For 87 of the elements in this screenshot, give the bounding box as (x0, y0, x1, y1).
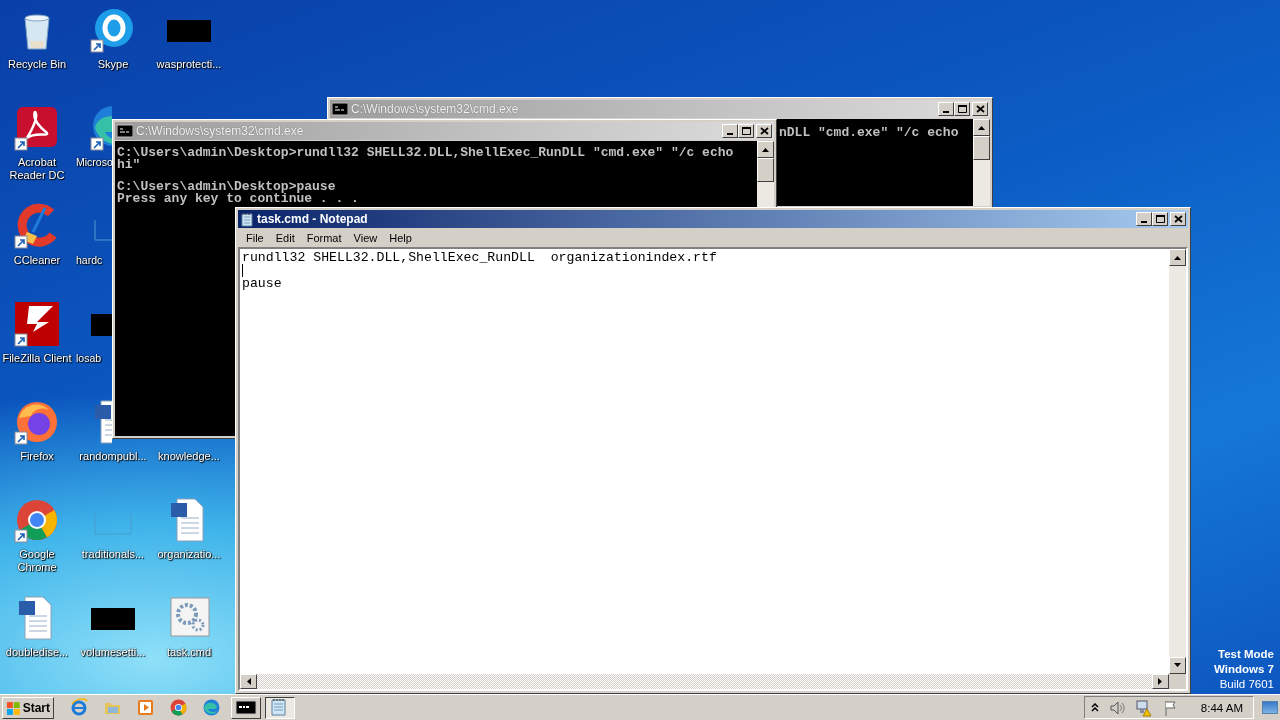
down-arrow-icon (1173, 662, 1182, 669)
start-button[interactable]: Start (2, 696, 54, 719)
transfer-icon[interactable] (13, 300, 61, 348)
menu-item[interactable]: View (347, 229, 384, 246)
minimize-icon (1141, 221, 1147, 223)
system-notice-text: Build 7601 (1219, 677, 1274, 692)
icon-label[interactable]: CCleaner (13, 254, 61, 267)
console-line: Press any key to continue . . . (117, 193, 360, 205)
close-icon (1173, 215, 1183, 223)
scrollbar[interactable] (973, 119, 990, 206)
maximize-icon (957, 105, 967, 113)
maximize-icon (741, 127, 751, 135)
quick-launch-button[interactable] (202, 698, 221, 717)
network-warning-icon (1134, 698, 1153, 717)
windows-logo-icon (6, 699, 21, 716)
close-button[interactable] (756, 124, 772, 138)
up-arrow-icon (1173, 254, 1182, 261)
text-line: rundll32 SHELL32.DLL,ShellExec_RunDLL organizationindex.rtf (242, 250, 717, 265)
notepad-icon (240, 211, 254, 227)
scroll-up-button[interactable] (1169, 249, 1186, 266)
clock[interactable]: 8:44 AM (1200, 701, 1243, 714)
left-arrow-icon (245, 677, 252, 686)
tray-button[interactable] (1090, 703, 1099, 712)
horizontal-scrollbar[interactable] (240, 674, 1186, 689)
icon-label[interactable]: losab (76, 352, 102, 365)
quick-launch-button[interactable] (136, 698, 155, 717)
window-title: task.cmd - Notepad (257, 212, 369, 226)
console-icon (332, 102, 348, 116)
icon-label[interactable]: Skype (97, 58, 129, 71)
close-icon (975, 105, 985, 113)
icon-label[interactable]: randompubl... (79, 450, 147, 463)
minimize-button[interactable] (938, 102, 954, 116)
system-notice-text: Windows 7 (1214, 662, 1274, 677)
scroll-up-button[interactable] (757, 141, 774, 158)
right-arrow-icon (1157, 677, 1164, 686)
maximize-button[interactable] (1152, 212, 1168, 226)
system-notice-text: Test Mode (1218, 647, 1274, 662)
minimize-icon (943, 111, 949, 113)
up-arrow-icon (977, 124, 986, 131)
quick-launch-button[interactable] (169, 698, 188, 717)
icon-label[interactable]: Microso (76, 156, 113, 169)
close-button[interactable] (972, 102, 988, 116)
console-line: C:\Users\admin\Desktop>rundll32 SHELL32.DLL,ShellExec_RunDLL "cmd.exe" "/c echo (117, 147, 735, 159)
text-line: pause (242, 276, 282, 291)
icon-label[interactable]: FileZilla Client (2, 352, 72, 365)
taskbar-button[interactable] (265, 696, 295, 719)
console-icon (235, 698, 257, 717)
window-title: C:\Windows\system32\cmd.exe (136, 124, 305, 138)
media-player-icon (136, 698, 155, 717)
icon-label[interactable]: Recycle Bin (7, 58, 67, 71)
up-arrow-icon (761, 146, 770, 153)
browser-icon (169, 698, 188, 717)
quick-launch-button[interactable] (70, 698, 89, 717)
icon-label[interactable]: Firefox (20, 450, 54, 463)
menu-item[interactable]: Edit (269, 229, 301, 246)
close-icon (759, 127, 769, 135)
console-line: C:\Users\admin\Desktop>pause (117, 181, 337, 193)
scroll-down-button[interactable] (1169, 657, 1186, 674)
maximize-icon (1155, 215, 1165, 223)
icon-label[interactable]: Acrobat Reader DC (1, 156, 73, 182)
maximize-button[interactable] (954, 102, 970, 116)
menu-item[interactable]: Help (383, 229, 418, 246)
maximize-button[interactable] (738, 124, 754, 138)
chevron-icon (1090, 703, 1099, 712)
browser-icon (70, 698, 89, 717)
window-title: C:\Windows\system32\cmd.exe (351, 102, 520, 116)
console-icon (117, 124, 133, 138)
menu-item[interactable]: Format (300, 229, 348, 246)
menu-item[interactable]: File (240, 229, 270, 246)
browser-icon (202, 698, 221, 717)
minimize-icon (727, 133, 733, 135)
close-button[interactable] (1170, 212, 1186, 226)
scrollbar[interactable] (1169, 249, 1186, 674)
minimize-button[interactable] (1136, 212, 1152, 226)
scrollbar[interactable] (757, 141, 774, 209)
minimize-button[interactable] (722, 124, 738, 138)
scroll-left-button[interactable] (240, 674, 257, 689)
scroll-right-button[interactable] (1152, 674, 1169, 689)
icon-label[interactable]: hardc (76, 254, 103, 267)
size-grip[interactable] (1169, 674, 1186, 689)
console-line: hi" (117, 159, 141, 171)
scrollbar-thumb[interactable] (757, 158, 774, 182)
icon-label[interactable]: wasprotecti... (156, 58, 222, 71)
console-line: nDLL "cmd.exe" "/c echo (779, 127, 960, 139)
scrollbar-thumb[interactable] (973, 136, 990, 160)
scroll-up-button[interactable] (973, 119, 990, 136)
icon-label[interactable]: knowledge... (158, 450, 220, 463)
